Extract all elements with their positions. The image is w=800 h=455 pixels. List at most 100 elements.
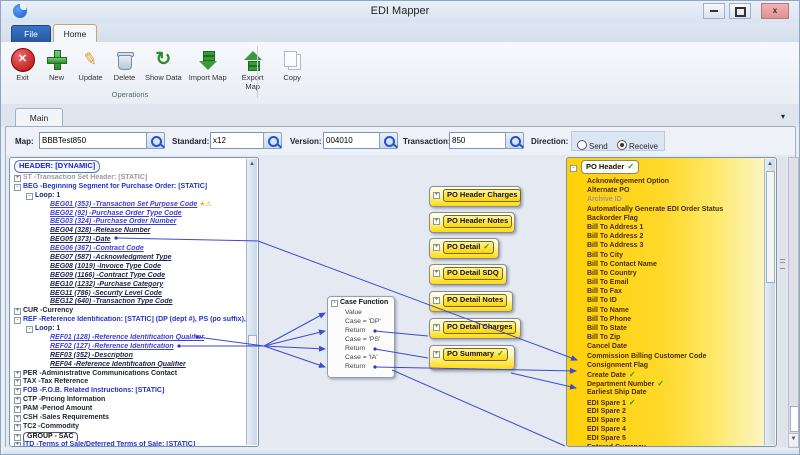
update-button[interactable]: ✎Update [75, 45, 106, 83]
expand-icon[interactable]: + [14, 424, 21, 431]
case-function-row[interactable]: Case = 'DP' [328, 317, 394, 326]
tree-item[interactable]: +CUR -Currency [10, 307, 258, 316]
target-field-item[interactable]: Acknowlegement Option [567, 177, 776, 186]
target-field-item[interactable]: Alternate PO [567, 186, 776, 195]
tree-item[interactable]: BEG12 (640) -Transaction Type Code [10, 298, 258, 307]
tree-item[interactable]: +TAX -Tax Reference [10, 378, 258, 387]
po-summary-box[interactable]: +PO Summary✓ [429, 345, 515, 370]
scrollbar-thumb[interactable] [790, 406, 799, 432]
target-field-item[interactable]: Bill To Email [567, 278, 776, 287]
target-field-item[interactable]: Create Date✓ [567, 370, 776, 379]
tree-item[interactable]: REF04 -Reference Identification Qualifie… [10, 361, 258, 370]
tree-item[interactable]: REF02 (127) -Reference Identification [10, 343, 258, 352]
po-header-charges-box[interactable]: +PO Header Charges [429, 186, 521, 207]
tree-item[interactable]: -BEG -Beginning Segment for Purchase Ord… [10, 183, 258, 192]
tree-item[interactable]: BEG07 (587) -Acknowledgment Type [10, 254, 258, 263]
expand-icon[interactable]: + [433, 270, 440, 277]
target-field-item[interactable]: EDI Spare 3 [567, 416, 776, 425]
tree-item[interactable]: -Loop: 1 [10, 192, 258, 201]
tree-item[interactable]: BEG01 (353) -Transaction Set Purpose Cod… [10, 201, 258, 210]
target-field-item[interactable]: Backorder Flag [567, 214, 776, 223]
scroll-down-icon[interactable]: ▼ [789, 433, 798, 446]
expand-icon[interactable]: + [14, 415, 21, 422]
target-field-item[interactable]: Bill To City [567, 251, 776, 260]
target-field-item[interactable]: Automatically Generate EDI Order Status [567, 205, 776, 214]
new-button[interactable]: New [41, 45, 72, 83]
transaction-lookup-button[interactable] [505, 132, 524, 149]
target-field-item[interactable]: Bill To ID [567, 296, 776, 305]
target-field-item[interactable]: Bill To Country [567, 269, 776, 278]
case-function-row[interactable]: Return [328, 362, 394, 371]
tree-item[interactable]: BEG09 (1166) -Contract Type Code [10, 272, 258, 281]
transaction-input[interactable] [449, 132, 508, 149]
target-field-item[interactable]: Bill To Fax [567, 287, 776, 296]
target-field-item[interactable]: Bill To State [567, 324, 776, 333]
target-field-item[interactable]: Entered Currency [567, 443, 776, 447]
target-field-item[interactable]: EDI Spare 4 [567, 425, 776, 434]
exit-button[interactable]: ✕Exit [7, 45, 38, 83]
delete-button[interactable]: Delete [109, 45, 140, 83]
target-field-item[interactable]: Bill To Address 1 [567, 223, 776, 232]
maximize-button[interactable] [729, 3, 751, 19]
expand-icon[interactable]: + [433, 192, 440, 199]
map-input[interactable] [39, 132, 147, 149]
collapse-icon[interactable]: - [26, 193, 33, 200]
tree-item[interactable]: BEG08 (1019) -Invoice Type Code [10, 263, 258, 272]
import-map-button[interactable]: Import Map [187, 45, 229, 83]
source-tree-scrollbar[interactable]: ▲ [246, 159, 257, 445]
expand-icon[interactable]: + [433, 297, 440, 304]
target-field-item[interactable]: EDI Spare 5 [567, 434, 776, 443]
tree-item[interactable]: +FOB -F.O.B. Related Instructions: [STAT… [10, 387, 258, 396]
case-function-row[interactable]: Case = 'PS' [328, 335, 394, 344]
tree-item[interactable]: BEG02 (92) -Purchase Order Type Code [10, 210, 258, 219]
close-button[interactable]: x [761, 3, 789, 19]
minimize-button[interactable] [703, 3, 725, 19]
radio-receive[interactable]: Receive [617, 136, 658, 154]
radio-send[interactable]: Send [577, 136, 608, 154]
tree-item[interactable]: BEG04 (328) -Release Number [10, 227, 258, 236]
case-function-row[interactable]: Value [328, 308, 394, 317]
po-header-notes-box[interactable]: +PO Header Notes [429, 212, 515, 233]
target-field-item[interactable]: Bill To Address 3 [567, 241, 776, 250]
version-lookup-button[interactable] [379, 132, 398, 149]
expand-icon[interactable]: + [14, 406, 21, 413]
target-field-item[interactable]: Cancel Date [567, 342, 776, 351]
tree-item[interactable]: -Loop: 1 [10, 325, 258, 334]
tree-item[interactable]: +TC2 -Commodity [10, 423, 258, 432]
case-function-box[interactable]: -Case Function ValueCase = 'DP'ReturnCas… [327, 296, 395, 378]
po-detail-sdq-box[interactable]: +PO Detail SDQ [429, 264, 507, 285]
case-function-row[interactable]: Case = 'IA' [328, 353, 394, 362]
expand-icon[interactable]: + [433, 244, 440, 251]
tree-item[interactable]: +ITD -Terms of Sale/Deferred Terms of Sa… [10, 441, 258, 447]
standard-lookup-button[interactable] [263, 132, 282, 149]
scroll-up-icon[interactable]: ▲ [765, 160, 775, 169]
tree-item[interactable]: +CTP -Pricing Information [10, 396, 258, 405]
target-field-item[interactable]: Earliest Ship Date [567, 388, 776, 397]
expand-icon[interactable]: + [14, 371, 21, 378]
tree-item[interactable]: REF03 (352) -Description [10, 352, 258, 361]
target-field-item[interactable]: EDI Spare 1✓ [567, 398, 776, 407]
tree-item[interactable]: -REF -Reference Identification: [STATIC]… [10, 316, 258, 325]
expand-icon[interactable]: + [14, 175, 21, 182]
case-function-row[interactable]: Return [328, 326, 394, 335]
target-field-item[interactable]: Bill To Zip [567, 333, 776, 342]
expand-icon[interactable]: + [14, 388, 21, 395]
expand-icon[interactable]: + [433, 218, 440, 225]
target-field-item[interactable]: Commission Billing Customer Code [567, 352, 776, 361]
po-detail-box[interactable]: +PO Detail✓ [429, 238, 499, 259]
export-map-button[interactable]: Export Map [232, 45, 274, 92]
tab-main[interactable]: Main [15, 108, 63, 128]
source-tree-header[interactable]: HEADER: [DYNAMIC] [14, 160, 100, 173]
tree-item[interactable]: BEG10 (1232) -Purchase Category [10, 281, 258, 290]
tree-item[interactable]: REF01 (128) -Reference Identification Qu… [10, 334, 258, 343]
collapse-icon[interactable]: - [14, 317, 21, 324]
collapse-icon[interactable]: - [14, 184, 21, 191]
target-field-item[interactable]: Consignment Flag [567, 361, 776, 370]
tree-item[interactable]: BEG05 (373) -Date [10, 236, 258, 245]
tree-item[interactable]: +CSH -Sales Requirements [10, 414, 258, 423]
chevron-down-icon[interactable]: ▾ [781, 112, 785, 121]
target-field-item[interactable]: Bill To Contact Name [567, 260, 776, 269]
target-field-item[interactable]: Department Number✓ [567, 379, 776, 388]
collapse-icon[interactable]: - [26, 326, 33, 333]
standard-input[interactable] [210, 132, 266, 149]
